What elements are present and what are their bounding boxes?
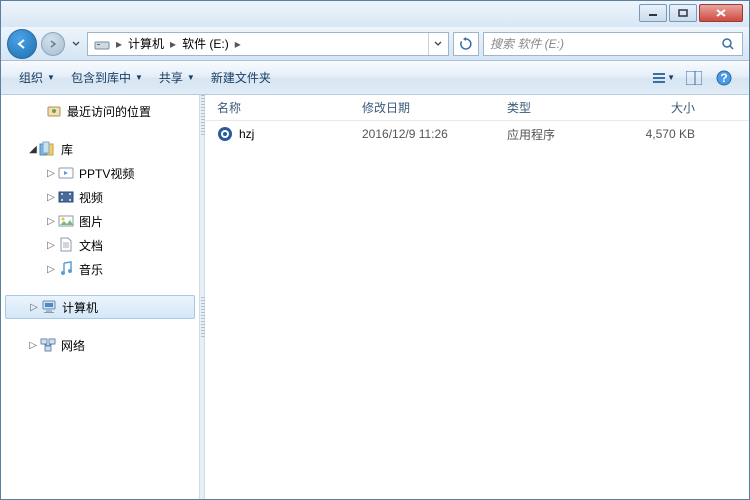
column-header-name[interactable]: 名称 <box>205 99 350 116</box>
navigation-pane: 最近访问的位置 ◢ 库 ▷ PPTV视频 ▷ <box>1 95 199 499</box>
drive-icon <box>94 36 110 52</box>
include-in-library-button[interactable]: 包含到库中▼ <box>63 65 151 90</box>
history-dropdown[interactable] <box>69 32 83 56</box>
breadcrumb-arrow-icon[interactable]: ▸ <box>233 33 243 55</box>
file-row[interactable]: hzj 2016/12/9 11:26 应用程序 4,570 KB <box>205 121 749 147</box>
column-header-size[interactable]: 大小 <box>605 99 715 116</box>
sidebar-item-recent[interactable]: 最近访问的位置 <box>1 99 199 123</box>
expand-arrow-icon[interactable]: ▷ <box>28 302 40 313</box>
tree-label: 库 <box>61 141 73 158</box>
search-input[interactable]: 搜索 软件 (E:) <box>483 32 743 56</box>
file-type-text: 应用程序 <box>495 126 605 143</box>
tree-label: 最近访问的位置 <box>67 103 151 120</box>
pptv-icon <box>57 165 75 181</box>
search-placeholder: 搜索 软件 (E:) <box>490 35 720 52</box>
breadcrumb-drive[interactable]: 软件 (E:) <box>178 33 233 55</box>
video-icon <box>57 189 75 205</box>
sidebar-item-videos[interactable]: ▷ 视频 <box>1 185 199 209</box>
expand-arrow-icon[interactable]: ▷ <box>45 216 57 227</box>
preview-pane-button[interactable] <box>679 67 709 89</box>
help-button[interactable]: ? <box>709 67 739 89</box>
forward-button[interactable] <box>41 32 65 56</box>
sidebar-item-computer[interactable]: ▷ 计算机 <box>5 295 195 319</box>
tree-label: 计算机 <box>62 299 98 316</box>
computer-icon <box>40 299 58 315</box>
organize-label: 组织 <box>19 69 43 86</box>
window-titlebar <box>1 1 749 27</box>
maximize-button[interactable] <box>669 4 697 22</box>
include-label: 包含到库中 <box>71 69 131 86</box>
documents-icon <box>57 237 75 253</box>
column-headers: 名称 修改日期 类型 大小 <box>205 95 749 121</box>
expand-arrow-icon[interactable]: ◢ <box>27 144 39 155</box>
breadcrumb-computer[interactable]: 计算机 <box>124 33 168 55</box>
address-bar[interactable]: ▸ 计算机 ▸ 软件 (E:) ▸ <box>87 32 449 56</box>
sidebar-item-network[interactable]: ▷ 网络 <box>1 333 199 357</box>
search-icon[interactable] <box>720 37 736 51</box>
pictures-icon <box>57 213 75 229</box>
libraries-icon <box>39 141 57 157</box>
sidebar-item-pptv[interactable]: ▷ PPTV视频 <box>1 161 199 185</box>
sidebar-item-pictures[interactable]: ▷ 图片 <box>1 209 199 233</box>
expand-arrow-icon[interactable]: ▷ <box>45 264 57 275</box>
expand-arrow-icon[interactable]: ▷ <box>45 168 57 179</box>
file-name-text: hzj <box>239 127 254 141</box>
close-button[interactable] <box>699 4 743 22</box>
breadcrumb-arrow-icon[interactable]: ▸ <box>114 33 124 55</box>
column-header-date[interactable]: 修改日期 <box>350 99 495 116</box>
refresh-button[interactable] <box>453 32 479 56</box>
share-label: 共享 <box>159 69 183 86</box>
breadcrumb-arrow-icon[interactable]: ▸ <box>168 33 178 55</box>
expand-arrow-icon[interactable]: ▷ <box>45 240 57 251</box>
minimize-button[interactable] <box>639 4 667 22</box>
music-icon <box>57 261 75 277</box>
expand-arrow-icon[interactable]: ▷ <box>45 192 57 203</box>
view-options-button[interactable]: ▼ <box>649 67 679 89</box>
tree-label: 视频 <box>79 189 103 206</box>
back-button[interactable] <box>7 29 37 59</box>
application-icon <box>217 126 233 142</box>
tree-label: 图片 <box>79 213 103 230</box>
sidebar-item-music[interactable]: ▷ 音乐 <box>1 257 199 281</box>
address-dropdown[interactable] <box>428 33 446 55</box>
tree-label: 网络 <box>61 337 85 354</box>
expand-arrow-icon[interactable]: ▷ <box>27 340 39 351</box>
sidebar-item-documents[interactable]: ▷ 文档 <box>1 233 199 257</box>
organize-button[interactable]: 组织▼ <box>11 65 63 90</box>
main-area: 最近访问的位置 ◢ 库 ▷ PPTV视频 ▷ <box>1 95 749 499</box>
pane-divider[interactable] <box>199 95 205 499</box>
recent-places-icon <box>45 103 63 119</box>
sidebar-item-libraries[interactable]: ◢ 库 <box>1 137 199 161</box>
toolbar: 组织▼ 包含到库中▼ 共享▼ 新建文件夹 ▼ ? <box>1 61 749 95</box>
file-size-text: 4,570 KB <box>605 127 715 141</box>
file-date-text: 2016/12/9 11:26 <box>350 127 495 141</box>
newfolder-label: 新建文件夹 <box>211 69 271 86</box>
file-list-pane: 名称 修改日期 类型 大小 hzj 2016/12/9 11:26 应用程序 4… <box>205 95 749 499</box>
new-folder-button[interactable]: 新建文件夹 <box>203 65 279 90</box>
network-icon <box>39 337 57 353</box>
tree-label: PPTV视频 <box>79 165 134 182</box>
svg-text:?: ? <box>720 71 727 85</box>
column-header-type[interactable]: 类型 <box>495 99 605 116</box>
tree-label: 音乐 <box>79 261 103 278</box>
tree-label: 文档 <box>79 237 103 254</box>
navigation-bar: ▸ 计算机 ▸ 软件 (E:) ▸ 搜索 软件 (E:) <box>1 27 749 61</box>
share-button[interactable]: 共享▼ <box>151 65 203 90</box>
